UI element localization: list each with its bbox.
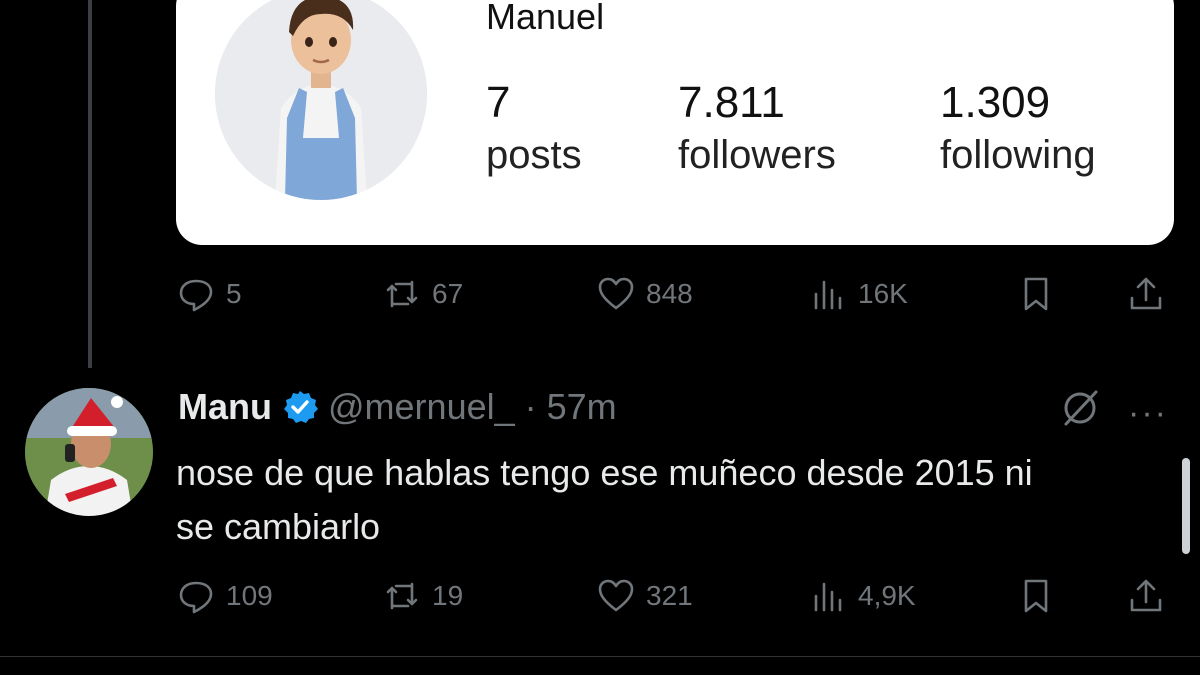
- stat-posts-label: posts: [486, 133, 582, 177]
- stat-followers-label: followers: [678, 133, 836, 177]
- profile-card[interactable]: Manuel 7 posts 7.811 followers 1.309 fol…: [176, 0, 1174, 245]
- heart-icon: [598, 579, 634, 612]
- reply-separator-dot: ·: [524, 386, 537, 427]
- views-icon: [814, 280, 842, 310]
- grok-icon[interactable]: [1058, 386, 1102, 430]
- repost-count: 67: [432, 278, 464, 309]
- stat-posts-count: 7: [486, 78, 511, 127]
- reply-count: 109: [226, 580, 273, 611]
- views-action[interactable]: 4,9K: [808, 576, 916, 616]
- repost-action[interactable]: 67: [382, 274, 463, 314]
- profile-card-avatar: [215, 0, 427, 200]
- verified-badge-icon: [284, 391, 318, 423]
- like-count: 321: [646, 580, 693, 611]
- reply-header: Manu @mernuel_ · 57m: [178, 386, 617, 428]
- like-action[interactable]: 321: [596, 576, 693, 616]
- views-count: 4,9K: [858, 580, 916, 611]
- views-count: 16K: [858, 278, 908, 309]
- reply-text: nose de que hablas tengo ese muñeco desd…: [176, 452, 1033, 547]
- stat-posts[interactable]: 7 posts: [486, 78, 582, 182]
- reply-avatar[interactable]: [25, 388, 153, 516]
- share-action[interactable]: [1126, 576, 1166, 616]
- reply-count: 5: [226, 278, 242, 309]
- bottom-divider: [0, 656, 1200, 657]
- repost-count: 19: [432, 580, 464, 611]
- reply-action[interactable]: 5: [176, 274, 242, 314]
- stat-following-label: following: [940, 133, 1096, 177]
- repost-icon: [386, 280, 418, 308]
- more-options-icon[interactable]: ···: [1128, 394, 1168, 433]
- reply-action-bar: 109 19 321 4,9K: [176, 576, 1172, 616]
- reply-icon: [179, 581, 213, 614]
- reply-author-name[interactable]: Manu: [178, 386, 272, 428]
- reply-icon: [179, 279, 213, 312]
- heart-icon: [598, 277, 634, 310]
- bookmark-action[interactable]: [1016, 274, 1056, 314]
- reply-author-handle[interactable]: @mernuel_: [328, 386, 515, 428]
- repost-icon: [386, 582, 418, 610]
- bookmark-icon: [1024, 579, 1048, 613]
- thread-line: [88, 0, 92, 368]
- bookmark-icon: [1024, 277, 1048, 311]
- stat-followers[interactable]: 7.811 followers: [678, 78, 836, 182]
- views-action[interactable]: 16K: [808, 274, 908, 314]
- stat-following[interactable]: 1.309 following: [940, 78, 1096, 182]
- bookmark-action[interactable]: [1016, 576, 1056, 616]
- scrollbar[interactable]: [1182, 458, 1190, 554]
- share-action[interactable]: [1126, 274, 1166, 314]
- like-count: 848: [646, 278, 693, 309]
- stat-following-count: 1.309: [940, 78, 1051, 127]
- post-action-bar: 5 67 848 16K: [176, 274, 1172, 314]
- cartoon-avatar-image: [215, 0, 427, 200]
- share-icon: [1130, 277, 1162, 310]
- stat-followers-count: 7.811: [678, 78, 785, 127]
- profile-photo-image: [25, 388, 153, 516]
- like-action[interactable]: 848: [596, 274, 693, 314]
- profile-card-name: Manuel: [486, 0, 605, 37]
- share-icon: [1130, 579, 1162, 612]
- repost-action[interactable]: 19: [382, 576, 463, 616]
- reply-action[interactable]: 109: [176, 576, 273, 616]
- views-icon: [814, 582, 842, 612]
- reply-timestamp[interactable]: 57m: [547, 386, 617, 428]
